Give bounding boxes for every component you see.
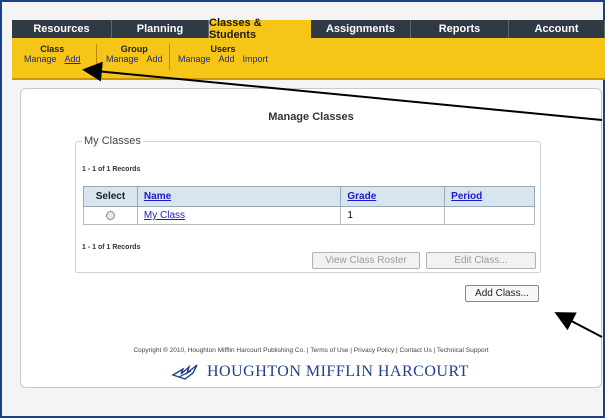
subnav-users-group: Users Manage Add Import <box>178 44 268 64</box>
records-count-top: 1 - 1 of 1 Records <box>82 166 141 173</box>
app-window: Resources Planning Classes & Students As… <box>0 0 605 418</box>
subnav-class-group: Class Manage Add <box>24 44 81 64</box>
row-grade-cell: 1 <box>340 206 446 225</box>
col-name[interactable]: Name <box>136 186 342 207</box>
col-period[interactable]: Period <box>444 186 535 207</box>
records-count-bottom: 1 - 1 of 1 Records <box>82 244 141 251</box>
page-title: Manage Classes <box>268 111 354 123</box>
group-add-link[interactable]: Add <box>147 54 163 64</box>
sub-nav: Class Manage Add Group Manage Add Users … <box>12 38 605 80</box>
content-panel: Manage Classes My Classes 1 - 1 of 1 Rec… <box>20 88 602 388</box>
col-grade[interactable]: Grade <box>340 186 446 207</box>
class-manage-link[interactable]: Manage <box>24 54 57 64</box>
subnav-class-title: Class <box>40 44 65 54</box>
tab-resources[interactable]: Resources <box>12 20 112 38</box>
edit-class-button[interactable]: Edit Class... <box>426 252 536 269</box>
brand-name: HOUGHTON MIFFLIN HARCOURT <box>207 363 469 380</box>
users-add-link[interactable]: Add <box>219 54 235 64</box>
section-label: My Classes <box>82 135 143 147</box>
tab-account[interactable]: Account <box>509 20 605 38</box>
sort-name-link[interactable]: Name <box>144 191 171 202</box>
tab-reports[interactable]: Reports <box>411 20 509 38</box>
hmh-bird-icon <box>171 364 198 380</box>
col-select: Select <box>83 186 138 207</box>
tab-classes-students[interactable]: Classes & Students <box>209 17 311 41</box>
group-manage-link[interactable]: Manage <box>106 54 139 64</box>
tab-assignments[interactable]: Assignments <box>311 20 411 38</box>
row-period-cell <box>444 206 535 225</box>
view-class-roster-button[interactable]: View Class Roster <box>312 252 420 269</box>
row-select-cell[interactable] <box>83 206 138 225</box>
main-nav: Resources Planning Classes & Students As… <box>12 17 605 41</box>
subnav-divider <box>96 44 97 70</box>
subnav-group-title: Group <box>120 44 148 54</box>
subnav-group-group: Group Manage Add <box>106 44 163 64</box>
tab-planning[interactable]: Planning <box>112 20 209 38</box>
class-add-link[interactable]: Add <box>65 54 81 64</box>
my-classes-section: My Classes 1 - 1 of 1 Records Select Nam… <box>75 135 541 273</box>
table-header-row: Select Name Grade Period <box>83 186 535 207</box>
sort-grade-link[interactable]: Grade <box>347 191 376 202</box>
table-row: My Class 1 <box>83 206 535 225</box>
brand-logo: HOUGHTON MIFFLIN HARCOURT <box>171 361 469 383</box>
users-manage-link[interactable]: Manage <box>178 54 211 64</box>
sort-period-link[interactable]: Period <box>451 191 482 202</box>
subnav-users-title: Users <box>210 44 236 54</box>
row-name-cell: My Class <box>136 206 342 225</box>
add-class-button[interactable]: Add Class... <box>465 285 539 302</box>
row-select-radio[interactable] <box>105 210 115 220</box>
class-name-link[interactable]: My Class <box>144 210 185 221</box>
classes-table: Select Name Grade Period My Class 1 <box>83 186 535 225</box>
users-import-link[interactable]: Import <box>243 54 269 64</box>
footer-links: Copyright ® 2010, Houghton Mifflin Harco… <box>133 347 489 354</box>
subnav-divider <box>169 44 170 70</box>
